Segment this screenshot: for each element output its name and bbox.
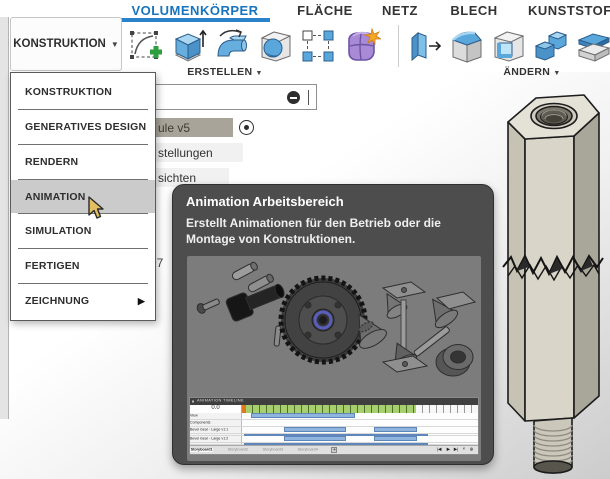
timeline-footer: Storyboard1 Storyboard2 Storyboard3 Storybo… <box>190 445 478 454</box>
mouse-cursor <box>86 196 106 220</box>
menu-item-generatives-design[interactable]: GENERATIVES DESIGN <box>11 110 155 144</box>
radio-visibility-icon[interactable] <box>239 120 254 135</box>
create-form-icon[interactable] <box>341 26 381 66</box>
tab-netz[interactable]: NETZ <box>370 3 430 18</box>
press-pull-icon[interactable] <box>404 26 444 66</box>
gear-assembly-illustration <box>187 256 481 398</box>
panel-edge <box>0 17 9 419</box>
text-cursor <box>308 90 310 105</box>
timeline-title: ANIMATION TIMELINE <box>197 399 244 403</box>
group-label-aendern[interactable]: ÄNDERN ▼ <box>487 66 577 78</box>
model-hex-standoff[interactable] <box>495 85 610 479</box>
storyboard-tab: Storyboard3 <box>262 448 284 452</box>
group-label-erstellen[interactable]: ERSTELLEN ▼ <box>175 66 275 78</box>
timeline-row: Components <box>190 420 478 427</box>
toolbar-divider <box>398 25 399 67</box>
menu-item-konstruktion[interactable]: KONSTRUKTION <box>11 75 155 109</box>
menu-item-animation[interactable]: ANIMATION <box>11 180 155 214</box>
erstellen-label: ERSTELLEN <box>187 66 252 78</box>
browser-item-settings[interactable]: stellungen <box>155 143 243 162</box>
browser-document-bar[interactable] <box>153 84 317 110</box>
timeline-row: Bevel Gear - Large v1:1 <box>190 427 478 434</box>
revolve-icon[interactable] <box>212 26 252 66</box>
timeline-ruler: 0.0 <box>190 405 478 413</box>
rectangular-pattern-icon[interactable] <box>298 26 338 66</box>
timeline-bar <box>284 436 345 441</box>
workspace-tooltip: Animation Arbeitsbereich Erstellt Animat… <box>172 184 494 465</box>
menu-item-fertigen[interactable]: FERTIGEN <box>11 249 155 283</box>
menu-item-zeichnung[interactable]: ZEICHNUNG ▶ <box>11 284 155 318</box>
active-tab-underline <box>120 18 270 22</box>
fillet-icon[interactable] <box>447 26 487 66</box>
menu-item-rendern[interactable]: RENDERN <box>11 145 155 179</box>
timeline-bar <box>284 427 345 432</box>
menu-item-simulation[interactable]: SIMULATION <box>11 214 155 248</box>
timeline-bar <box>244 443 428 445</box>
storyboard-tab: Storyboard4 <box>297 448 319 452</box>
shell-icon[interactable] <box>489 26 529 66</box>
panel-dot-icon <box>192 400 194 402</box>
aendern-label: ÄNDERN <box>503 66 550 78</box>
workspace-menu: KONSTRUKTION GENERATIVES DESIGN RENDERN … <box>10 72 156 321</box>
timeline-bar <box>374 427 416 432</box>
create-sketch-icon[interactable] <box>126 26 166 66</box>
tab-kunststoff[interactable]: KUNSTSTOFF <box>528 3 610 18</box>
storyboard-tab: Storyboard1 <box>190 448 213 452</box>
tab-flaeche[interactable]: FLÄCHE <box>290 3 360 18</box>
animation-timeline-panel: ANIMATION TIMELINE 0.0 ViewComponentsBev… <box>189 397 479 455</box>
tab-volumenkoerper[interactable]: VOLUMENKÖRPER <box>120 3 270 18</box>
timeline-row: Bevel Gear - Large v1:2 <box>190 436 478 443</box>
offset-face-icon[interactable] <box>573 26 610 66</box>
hole-icon[interactable] <box>256 26 296 66</box>
playback-controls: |◀▶▶|×⊕ <box>436 446 474 453</box>
storyboard-tab: Storyboard2 <box>227 448 249 452</box>
timeline-rows: ViewComponentsBevel Gear - Large v1:1 Bev… <box>190 413 478 445</box>
add-storyboard-button: + <box>331 447 337 453</box>
browser-item-document[interactable]: ule v5 <box>155 118 233 137</box>
tooltip-body: Erstellt Animationen für den Betrieb ode… <box>186 216 478 248</box>
timeline-row: View <box>190 413 478 420</box>
ruler-ticks-plain <box>416 405 478 413</box>
timeline-time-value: 0.0 <box>190 405 242 413</box>
ruler-ticks-green <box>246 405 416 413</box>
zeichnung-label: ZEICHNUNG <box>25 295 89 307</box>
timeline-bar <box>374 436 416 441</box>
workspace-switcher-label: KONSTRUKTION <box>13 38 106 50</box>
workspace-switcher-button[interactable]: KONSTRUKTION ▼ <box>10 17 122 71</box>
submenu-arrow-icon: ▶ <box>138 296 145 307</box>
storyboard-tabs: Storyboard1 Storyboard2 Storyboard3 Storybo… <box>190 447 331 453</box>
collapse-icon[interactable] <box>287 91 300 104</box>
timeline-bar <box>251 413 355 418</box>
extrude-icon[interactable] <box>169 26 209 66</box>
chevron-down-icon: ▼ <box>553 70 560 77</box>
timeline-titlebar: ANIMATION TIMELINE <box>190 398 478 405</box>
fusion360-window: { "colors": { "accent": "#1874bc", "tab_… <box>0 0 610 479</box>
chevron-down-icon: ▼ <box>111 40 119 49</box>
workspace-preview-image: ANIMATION TIMELINE 0.0 ViewComponentsBev… <box>187 256 481 461</box>
combine-icon[interactable] <box>531 26 571 66</box>
tab-blech[interactable]: BLECH <box>443 3 505 18</box>
chevron-down-icon: ▼ <box>256 70 263 77</box>
tooltip-title: Animation Arbeitsbereich <box>186 194 480 209</box>
